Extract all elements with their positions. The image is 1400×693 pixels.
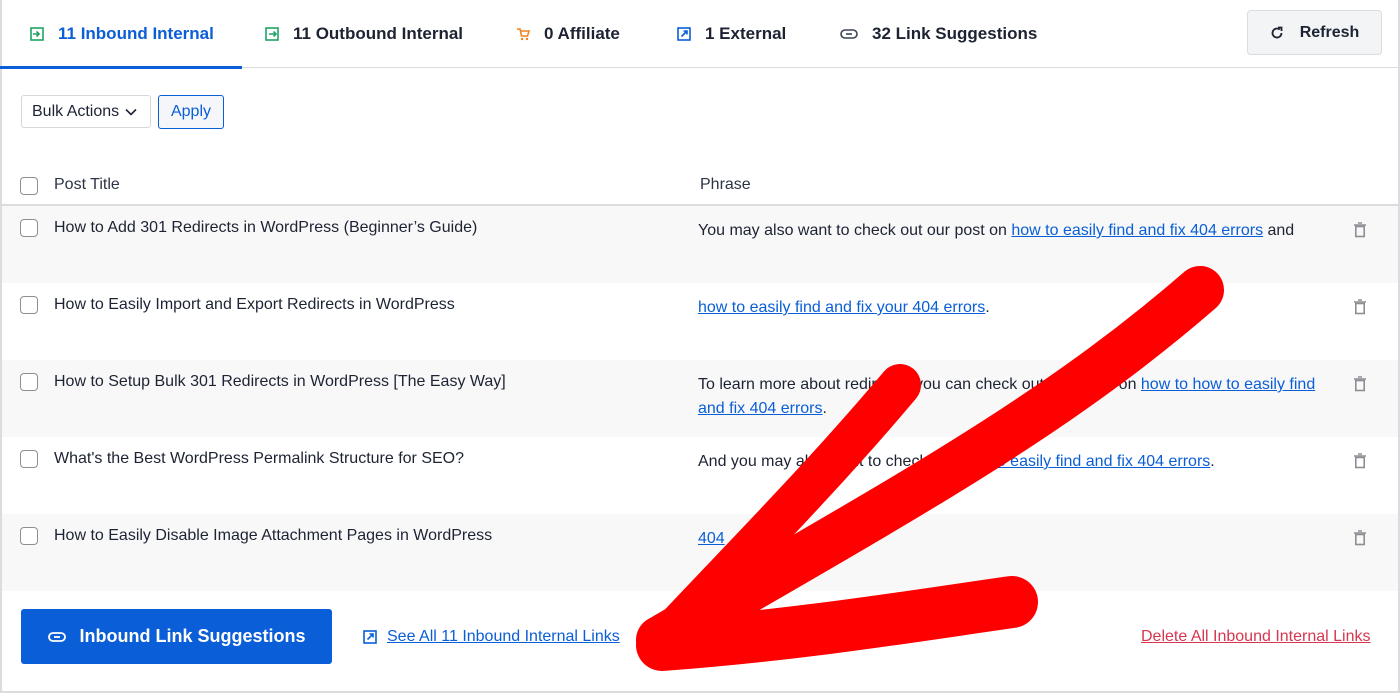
- phrase: 404: [698, 527, 1328, 551]
- row-checkbox[interactable]: [20, 219, 38, 237]
- tab-label: 1 External: [705, 24, 787, 43]
- inbound-link-suggestions-button[interactable]: Inbound Link Suggestions: [21, 609, 332, 664]
- table-row: How to Add 301 Redirects in WordPress (B…: [2, 206, 1398, 283]
- bulk-actions-select[interactable]: Bulk Actions: [21, 95, 151, 128]
- post-title: How to Add 301 Redirects in WordPress (B…: [54, 219, 478, 236]
- row-checkbox[interactable]: [20, 373, 38, 391]
- see-all-inbound-links[interactable]: See All 11 Inbound Internal Links: [363, 628, 620, 646]
- tab-external[interactable]: 1 External: [677, 0, 786, 68]
- tab-outbound-internal[interactable]: 11 Outbound Internal: [265, 0, 463, 68]
- delete-all-inbound-links[interactable]: Delete All Inbound Internal Links: [1141, 628, 1370, 646]
- cart-icon: [516, 27, 530, 41]
- tab-label: 0 Affiliate: [544, 24, 620, 43]
- select-all-checkbox[interactable]: [20, 177, 38, 195]
- tab-label: 11 Inbound Internal: [58, 24, 214, 43]
- row-checkbox[interactable]: [20, 450, 38, 468]
- bulk-actions-value: Bulk Actions: [32, 102, 120, 120]
- tab-label: 32 Link Suggestions: [872, 24, 1038, 43]
- inbound-icon: [30, 27, 44, 41]
- trash-icon[interactable]: [1353, 376, 1367, 397]
- see-all-label: See All 11 Inbound Internal Links: [387, 628, 620, 645]
- phrase: And you may also want to check out how t…: [698, 453, 1215, 470]
- tab-inbound-internal[interactable]: 11 Inbound Internal: [0, 0, 242, 69]
- trash-icon[interactable]: [1353, 530, 1367, 551]
- row-checkbox[interactable]: [20, 296, 38, 314]
- external-link-icon: [363, 630, 377, 644]
- column-phrase: Phrase: [700, 176, 751, 193]
- post-title: How to Easily Disable Image Attachment P…: [54, 527, 493, 544]
- tab-bar: 11 Inbound Internal 11 Outbound Internal…: [0, 0, 1398, 69]
- tab-link-suggestions[interactable]: 32 Link Suggestions: [840, 0, 1037, 68]
- primary-label: Inbound Link Suggestions: [79, 626, 306, 646]
- post-title: How to Easily Import and Export Redirect…: [54, 296, 455, 313]
- refresh-button[interactable]: Refresh: [1247, 10, 1382, 55]
- phrase: To learn more about redirects, you can c…: [698, 376, 1316, 417]
- post-title: What's the Best WordPress Permalink Stru…: [54, 450, 465, 467]
- outbound-icon: [265, 27, 279, 41]
- phrase-link[interactable]: how to easily find and fix 404 errors: [959, 453, 1211, 470]
- post-title: How to Setup Bulk 301 Redirects in WordP…: [54, 373, 506, 390]
- tab-label: 11 Outbound Internal: [293, 24, 464, 43]
- phrase: how to easily find and fix your 404 erro…: [698, 299, 990, 316]
- trash-icon[interactable]: [1353, 222, 1367, 243]
- row-checkbox[interactable]: [20, 527, 38, 545]
- table-row: How to Easily Import and Export Redirect…: [2, 283, 1398, 360]
- tab-affiliate[interactable]: 0 Affiliate: [516, 0, 620, 68]
- phrase: You may also want to check out our post …: [698, 222, 1295, 239]
- link-icon: [840, 27, 858, 41]
- table-row: What's the Best WordPress Permalink Stru…: [2, 437, 1398, 514]
- table-row: How to Easily Disable Image Attachment P…: [2, 514, 1398, 591]
- phrase-link[interactable]: 404: [698, 530, 725, 547]
- table-row: How to Setup Bulk 301 Redirects in WordP…: [2, 360, 1398, 437]
- phrase-link[interactable]: how to easily find and fix your 404 erro…: [698, 299, 985, 316]
- refresh-icon: [1270, 26, 1284, 40]
- external-link-icon: [677, 27, 691, 41]
- apply-button[interactable]: Apply: [158, 95, 224, 129]
- table-header: Post Title Phrase: [2, 166, 1398, 206]
- chevron-down-icon: [125, 108, 137, 116]
- link-icon: [47, 631, 66, 643]
- column-post-title: Post Title: [54, 176, 120, 193]
- refresh-label: Refresh: [1299, 23, 1360, 41]
- trash-icon[interactable]: [1353, 453, 1367, 474]
- trash-icon[interactable]: [1353, 299, 1367, 320]
- phrase-link[interactable]: how to easily find and fix 404 errors: [1011, 222, 1263, 239]
